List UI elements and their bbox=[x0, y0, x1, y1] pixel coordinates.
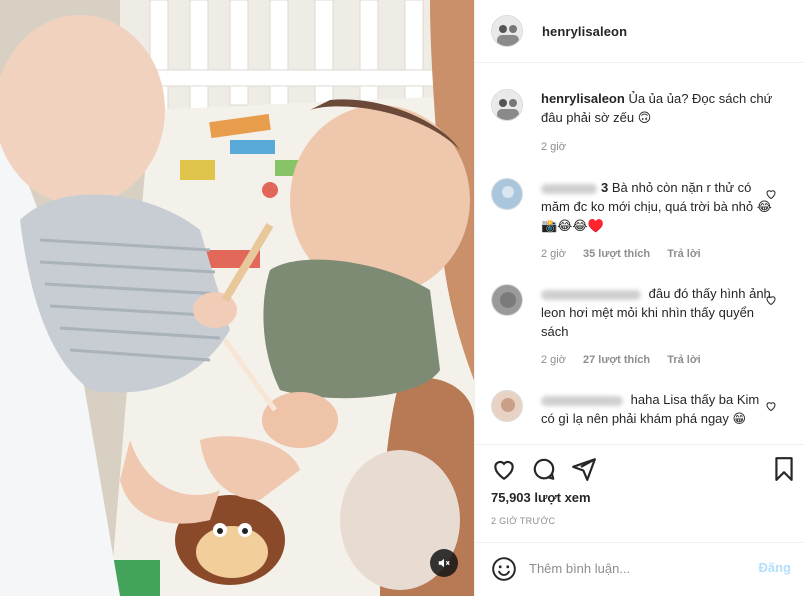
comment-username[interactable] bbox=[541, 286, 645, 301]
action-bar: 75,903 lượt xem 2 GIỜ TRƯỚC bbox=[475, 444, 804, 542]
comment-text: haha Lisa thấy ba Kim có gì lạ nên phải … bbox=[541, 390, 773, 428]
avatar[interactable] bbox=[491, 15, 523, 47]
comment-icon[interactable] bbox=[531, 456, 557, 482]
header-username[interactable]: henrylisaleon bbox=[542, 24, 627, 39]
blurred-username bbox=[541, 395, 623, 406]
caption-text: henrylisaleon Ủa ủa ủa? Đọc sách chứ đâu… bbox=[541, 89, 773, 127]
comment-username[interactable]: 3 bbox=[541, 180, 608, 195]
caption-time[interactable]: 2 giờ bbox=[541, 141, 566, 153]
heart-icon[interactable] bbox=[765, 400, 777, 412]
muted-speaker-icon bbox=[438, 558, 450, 568]
profile-photo-icon bbox=[492, 285, 522, 315]
bookmark-icon[interactable] bbox=[771, 456, 797, 482]
comment-text: 3 Bà nhỏ còn nặn r thử có măm đc ko mới … bbox=[541, 178, 773, 235]
smiley-icon[interactable] bbox=[491, 556, 517, 582]
heart-icon[interactable] bbox=[765, 188, 777, 200]
mute-button[interactable] bbox=[430, 549, 458, 577]
comment-username[interactable] bbox=[541, 392, 627, 407]
profile-photo-icon bbox=[492, 90, 522, 120]
caption-username[interactable]: henrylisaleon bbox=[541, 91, 625, 106]
avatar[interactable] bbox=[491, 284, 523, 316]
blurred-username bbox=[541, 289, 641, 300]
comment-text: đâu đó thấy hình ảnh leon hơi mệt mỏi kh… bbox=[541, 284, 773, 341]
reply-button[interactable]: Trả lời bbox=[667, 248, 701, 260]
comment-time[interactable]: 2 giờ bbox=[541, 248, 566, 260]
comment-likes[interactable]: 35 lượt thích bbox=[583, 248, 650, 260]
comment-meta: 2 giờ 35 lượt thích Trả lời bbox=[541, 248, 715, 260]
avatar[interactable] bbox=[491, 89, 523, 121]
view-count[interactable]: 75,903 lượt xem bbox=[491, 490, 591, 505]
heart-icon[interactable] bbox=[491, 456, 517, 482]
post-side-panel: henrylisaleon henrylisaleon Ủa ủa ủa? Đọ… bbox=[474, 0, 804, 596]
profile-photo-icon bbox=[492, 179, 522, 209]
post-timestamp[interactable]: 2 GIỜ TRƯỚC bbox=[491, 516, 555, 526]
username-tail: 3 bbox=[601, 180, 609, 195]
avatar[interactable] bbox=[491, 178, 523, 210]
video-frame-illustration bbox=[0, 0, 474, 596]
post-video[interactable] bbox=[0, 0, 474, 596]
share-icon[interactable] bbox=[571, 456, 597, 482]
comment-time[interactable]: 2 giờ bbox=[541, 354, 566, 366]
comment-input[interactable] bbox=[529, 557, 749, 579]
post-comment-button[interactable]: Đăng bbox=[759, 560, 792, 575]
comment-likes[interactable]: 27 lượt thích bbox=[583, 354, 650, 366]
post-header: henrylisaleon bbox=[475, 0, 804, 63]
caption-meta: 2 giờ bbox=[541, 141, 580, 153]
reply-button[interactable]: Trả lời bbox=[667, 354, 701, 366]
comment-meta: 2 giờ 27 lượt thích Trả lời bbox=[541, 354, 715, 366]
profile-photo-icon bbox=[492, 391, 522, 421]
add-comment-bar: Đăng bbox=[475, 542, 804, 596]
heart-icon[interactable] bbox=[765, 294, 777, 306]
avatar[interactable] bbox=[491, 390, 523, 422]
profile-photo-icon bbox=[492, 16, 522, 46]
blurred-username bbox=[541, 183, 597, 194]
comments-list[interactable]: henrylisaleon Ủa ủa ủa? Đọc sách chứ đâu… bbox=[475, 64, 804, 444]
